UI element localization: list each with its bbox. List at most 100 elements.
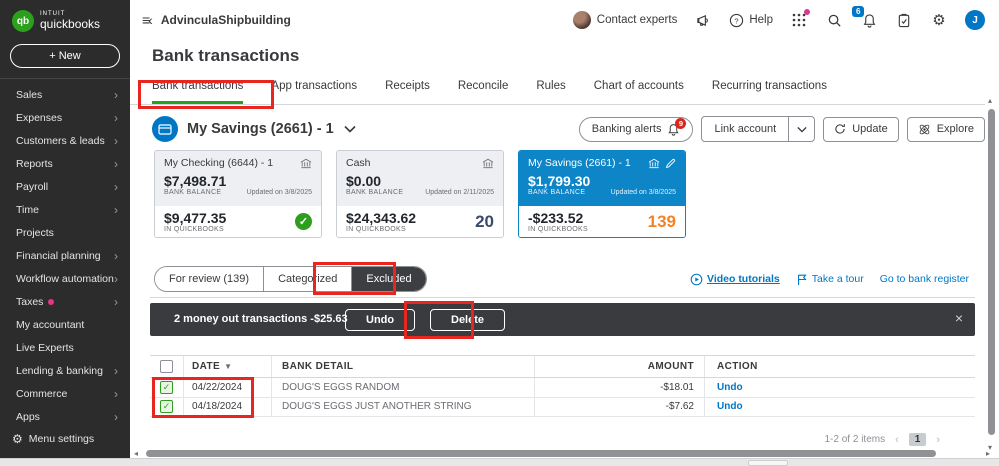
- explore-button[interactable]: Explore: [906, 116, 985, 142]
- tab-bank-transactions[interactable]: Bank transactions: [152, 80, 244, 104]
- updated-date: Updated on 2/11/2025: [425, 189, 494, 196]
- previous-page-icon[interactable]: ‹: [895, 434, 899, 446]
- sidebar-item-my-accountant[interactable]: My accountant: [0, 313, 130, 336]
- qb-balance-amount: -$233.52: [528, 210, 584, 226]
- bank-building-icon: [648, 158, 660, 168]
- bank-balance-amount: $1,799.30: [528, 173, 591, 189]
- tab-reconcile[interactable]: Reconcile: [458, 80, 509, 104]
- chevron-right-icon: ›: [114, 133, 118, 148]
- notifications-bell-icon[interactable]: 6: [852, 6, 878, 29]
- row-undo-link[interactable]: Undo: [717, 401, 743, 412]
- review-subtabs-row: For review (139) Categorized Excluded Vi…: [154, 264, 975, 294]
- menu-settings[interactable]: ⚙ Menu settings: [0, 426, 130, 452]
- tab-app-transactions[interactable]: App transactions: [271, 80, 357, 104]
- account-card-cash[interactable]: Cash $0.00 BANK BALANCE Updated on 2/11/…: [336, 150, 504, 238]
- link-account-split-button: Link account: [701, 116, 816, 142]
- account-card-savings-selected[interactable]: My Savings (2661) - 1 $1,799.30 BANK BAL…: [518, 150, 686, 238]
- new-button[interactable]: + New: [10, 44, 120, 68]
- updated-date: Updated on 3/8/2025: [610, 189, 676, 196]
- sidebar-item-apps[interactable]: Apps ›: [0, 405, 130, 428]
- apps-grid-icon[interactable]: [790, 9, 810, 29]
- column-header-date[interactable]: DATE ▼: [184, 356, 272, 377]
- alert-bell-icon: 9: [667, 117, 687, 136]
- tab-chart-of-accounts[interactable]: Chart of accounts: [594, 80, 684, 104]
- sidebar-item-taxes[interactable]: Taxes ›: [0, 290, 130, 313]
- vertical-scroll-thumb[interactable]: [988, 109, 995, 435]
- table-header-row: DATE ▼ BANK DETAIL AMOUNT ACTION: [150, 355, 975, 378]
- subtab-categorized[interactable]: Categorized: [264, 267, 353, 291]
- qb-balance-amount: $24,343.62: [346, 210, 417, 226]
- excluded-transactions-table: DATE ▼ BANK DETAIL AMOUNT ACTION ✓ 04/22/…: [150, 355, 975, 417]
- chevron-down-icon: [797, 126, 807, 133]
- sidebar-item-time[interactable]: Time ›: [0, 198, 130, 221]
- bank-balance-amount: $7,498.71: [164, 173, 227, 189]
- sidebar-item-lending-banking[interactable]: Lending & banking ›: [0, 359, 130, 382]
- sidebar-item-workflow-automation[interactable]: Workflow automation ›: [0, 267, 130, 290]
- quickbooks-logo: qb INTUIT quickbooks: [0, 0, 130, 38]
- cell-date: 04/22/2024: [184, 378, 272, 397]
- scroll-left-icon[interactable]: ◂: [134, 449, 138, 458]
- sidebar-item-expenses[interactable]: Expenses ›: [0, 106, 130, 129]
- bulk-delete-button[interactable]: Delete: [430, 309, 506, 331]
- help-button[interactable]: ? Help: [729, 13, 773, 28]
- cell-bank-detail: DOUG'S EGGS JUST ANOTHER STRING: [272, 397, 535, 416]
- subtab-for-review[interactable]: For review (139): [155, 267, 265, 291]
- sidebar-item-projects[interactable]: Projects: [0, 221, 130, 244]
- account-card-checking[interactable]: My Checking (6644) - 1 $7,498.71 BANK BA…: [154, 150, 322, 238]
- main-content: ≡‹ AdvinculaShipbuilding Contact experts…: [130, 0, 999, 458]
- update-button[interactable]: Update: [823, 116, 899, 142]
- chevron-right-icon: ›: [114, 271, 118, 286]
- user-avatar[interactable]: J: [965, 10, 985, 30]
- row-checkbox-checked[interactable]: ✓: [160, 400, 173, 414]
- collapse-sidebar-icon[interactable]: ≡‹: [142, 12, 153, 28]
- search-icon[interactable]: [825, 11, 843, 29]
- quickbooks-app: qb INTUIT quickbooks + New Sales › Expens…: [0, 0, 999, 466]
- tab-recurring-transactions[interactable]: Recurring transactions: [712, 80, 827, 104]
- cell-amount: -$7.62: [535, 397, 705, 416]
- close-icon[interactable]: ×: [955, 310, 963, 326]
- subtab-excluded[interactable]: Excluded: [352, 267, 426, 291]
- scroll-up-icon[interactable]: ▴: [988, 96, 992, 105]
- sidebar-item-commerce[interactable]: Commerce ›: [0, 382, 130, 405]
- sidebar-item-sales[interactable]: Sales ›: [0, 83, 130, 106]
- edit-pencil-icon[interactable]: [665, 158, 676, 169]
- tab-receipts[interactable]: Receipts: [385, 80, 430, 104]
- notification-dot: [48, 298, 55, 305]
- company-name: AdvinculaShipbuilding: [160, 13, 291, 27]
- link-account-button[interactable]: Link account: [702, 117, 788, 141]
- contact-experts-button[interactable]: Contact experts: [572, 11, 677, 29]
- next-page-icon[interactable]: ›: [936, 434, 940, 446]
- tasks-clipboard-icon[interactable]: [895, 11, 913, 29]
- column-header-bank-detail[interactable]: BANK DETAIL: [272, 356, 535, 377]
- vertical-scrollbar[interactable]: ▴ ▾: [986, 96, 998, 452]
- select-all-checkbox[interactable]: [160, 360, 173, 373]
- column-header-amount[interactable]: AMOUNT: [535, 356, 705, 377]
- megaphone-icon[interactable]: [694, 11, 712, 29]
- settings-gear-icon[interactable]: ⚙: [930, 11, 948, 29]
- take-a-tour-link[interactable]: Take a tour: [796, 273, 864, 286]
- bank-balance-amount: $0.00: [346, 173, 382, 189]
- chevron-down-icon[interactable]: [344, 125, 356, 133]
- horizontal-scroll-thumb[interactable]: [146, 450, 936, 457]
- chevron-right-icon: ›: [114, 156, 118, 171]
- row-undo-link[interactable]: Undo: [717, 382, 743, 393]
- sidebar-item-payroll[interactable]: Payroll ›: [0, 175, 130, 198]
- page-number[interactable]: 1: [908, 433, 927, 446]
- scroll-down-icon[interactable]: ▾: [988, 443, 992, 452]
- window-resize-handle: [748, 460, 788, 466]
- video-tutorials-link[interactable]: Video tutorials: [690, 273, 780, 286]
- sidebar-item-reports[interactable]: Reports ›: [0, 152, 130, 175]
- bulk-undo-button[interactable]: Undo: [345, 309, 416, 331]
- sidebar-item-customers-leads[interactable]: Customers & leads ›: [0, 129, 130, 152]
- horizontal-scrollbar[interactable]: ◂ ▸: [134, 449, 990, 458]
- refresh-icon: [835, 124, 846, 134]
- chevron-right-icon: ›: [114, 202, 118, 217]
- link-account-dropdown[interactable]: [788, 117, 814, 141]
- sidebar-item-financial-planning[interactable]: Financial planning ›: [0, 244, 130, 267]
- banking-alerts-button[interactable]: Banking alerts 9: [578, 116, 694, 142]
- sidebar-item-live-experts[interactable]: Live Experts: [0, 336, 130, 359]
- tab-rules[interactable]: Rules: [536, 80, 565, 104]
- row-checkbox-checked[interactable]: ✓: [160, 380, 173, 394]
- bank-building-icon: [482, 158, 494, 168]
- go-to-bank-register-link[interactable]: Go to bank register: [880, 273, 969, 285]
